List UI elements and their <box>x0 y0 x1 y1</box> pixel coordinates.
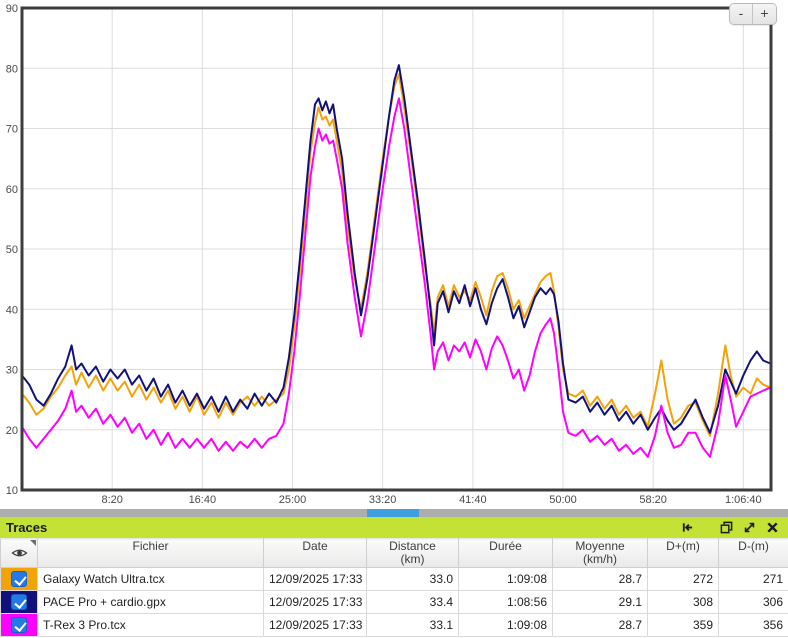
app-window: 8:20 16:40 25:00 33:20 41:40 50:00 58:20 1:06:4… <box>0 0 788 638</box>
series-line-2 <box>22 98 770 457</box>
trace-filename: PACE Pro + cardio.gpx <box>38 591 264 614</box>
sort-corner-marker <box>30 540 36 546</box>
collapse-left-icon[interactable] <box>680 521 694 535</box>
column-header-date[interactable]: Date <box>264 539 367 568</box>
chart-horizontal-scrollbar[interactable] <box>0 509 788 517</box>
trace-elevation-gain: 272 <box>648 568 719 591</box>
trace-duration: 1:09:08 <box>459 614 553 637</box>
trace-elevation-gain: 359 <box>648 614 719 637</box>
x-axis-tick-label: 58:20 <box>639 494 667 506</box>
trace-distance: 33.4 <box>367 591 459 614</box>
trace-color-cell <box>1 591 38 614</box>
y-axis-tick-label: 80 <box>6 63 18 75</box>
column-header-dplus[interactable]: D+(m) <box>648 539 719 568</box>
y-axis-tick-label: 30 <box>6 365 18 377</box>
trace-color-cell <box>1 568 38 591</box>
x-axis-tick-label: 1:06:40 <box>725 494 762 506</box>
trace-visibility-checkbox[interactable] <box>11 617 27 633</box>
zoom-controls: - + <box>729 3 777 25</box>
y-axis-tick-label: 70 <box>6 124 18 136</box>
table-header-row: Fichier Date Distance(km) Durée Moyenne(… <box>1 539 788 568</box>
column-header-distance[interactable]: Distance(km) <box>367 539 459 568</box>
x-axis-tick-label: 41:40 <box>459 494 487 506</box>
table-row[interactable]: T-Rex 3 Pro.tcx 12/09/2025 17:33 33.1 1:… <box>1 614 788 637</box>
column-header-duree[interactable]: Durée <box>459 539 553 568</box>
y-axis-tick-label: 50 <box>6 244 18 256</box>
x-axis-tick-label: 50:00 <box>549 494 577 506</box>
close-icon[interactable] <box>765 521 779 535</box>
y-axis-tick-label: 60 <box>6 184 18 196</box>
scrollbar-thumb[interactable] <box>367 509 419 517</box>
trace-date: 12/09/2025 17:33 <box>264 591 367 614</box>
column-header-fichier[interactable]: Fichier <box>38 539 264 568</box>
y-axis-tick-label: 90 <box>6 3 18 15</box>
y-axis-tick-label: 10 <box>6 485 18 497</box>
expand-icon[interactable] <box>742 521 756 535</box>
column-header-moyenne[interactable]: Moyenne(km/h) <box>553 539 648 568</box>
trace-filename: T-Rex 3 Pro.tcx <box>38 614 264 637</box>
restore-window-icon[interactable] <box>719 521 733 535</box>
x-axis-tick-label: 25:00 <box>279 494 307 506</box>
trace-distance: 33.1 <box>367 614 459 637</box>
trace-visibility-checkbox[interactable] <box>11 571 27 587</box>
trace-average-speed: 28.7 <box>553 614 648 637</box>
trace-date: 12/09/2025 17:33 <box>264 614 367 637</box>
trace-distance: 33.0 <box>367 568 459 591</box>
table-row[interactable]: Galaxy Watch Ultra.tcx 12/09/2025 17:33 … <box>1 568 788 591</box>
column-header-visibility[interactable] <box>1 539 38 568</box>
x-axis-tick-label: 16:40 <box>189 494 217 506</box>
traces-table: Fichier Date Distance(km) Durée Moyenne(… <box>0 538 788 637</box>
table-row[interactable]: PACE Pro + cardio.gpx 12/09/2025 17:33 3… <box>1 591 788 614</box>
trace-filename: Galaxy Watch Ultra.tcx <box>38 568 264 591</box>
zoom-in-button[interactable]: + <box>753 4 776 24</box>
speed-chart[interactable]: 8:20 16:40 25:00 33:20 41:40 50:00 58:20 1:06:4… <box>0 0 788 509</box>
traces-panel-header: Traces <box>0 517 788 538</box>
trace-date: 12/09/2025 17:33 <box>264 568 367 591</box>
trace-average-speed: 29.1 <box>553 591 648 614</box>
trace-elevation-gain: 308 <box>648 591 719 614</box>
panel-title: Traces <box>6 520 47 535</box>
chart-plot[interactable]: 8:20 16:40 25:00 33:20 41:40 50:00 58:20 1:06:4… <box>0 0 788 509</box>
trace-average-speed: 28.7 <box>553 568 648 591</box>
trace-elevation-loss: 306 <box>719 591 788 614</box>
trace-duration: 1:08:56 <box>459 591 553 614</box>
y-axis-tick-label: 40 <box>6 304 18 316</box>
trace-elevation-loss: 271 <box>719 568 788 591</box>
x-axis-tick-label: 8:20 <box>101 494 122 506</box>
column-header-dminus[interactable]: D-(m) <box>719 539 788 568</box>
zoom-out-button[interactable]: - <box>730 4 753 24</box>
trace-elevation-loss: 356 <box>719 614 788 637</box>
trace-visibility-checkbox[interactable] <box>11 594 27 610</box>
x-axis-tick-label: 33:20 <box>369 494 397 506</box>
y-axis-tick-label: 20 <box>6 425 18 437</box>
trace-duration: 1:09:08 <box>459 568 553 591</box>
trace-color-cell <box>1 614 38 637</box>
